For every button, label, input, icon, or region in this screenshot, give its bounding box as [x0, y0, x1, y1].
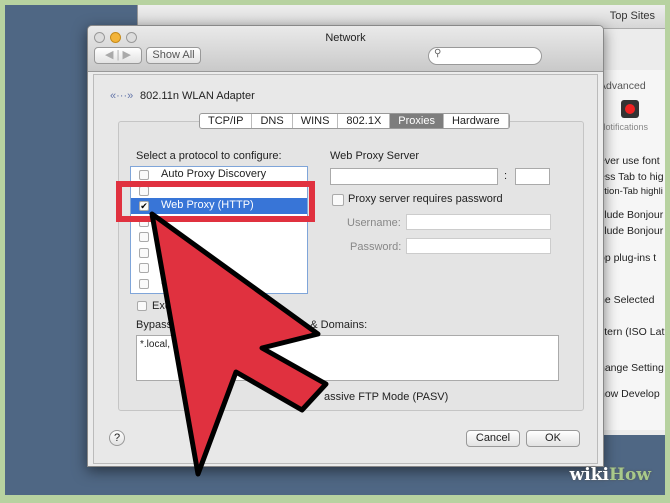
highlight-box [116, 181, 315, 222]
annotation-overlay [116, 181, 329, 477]
red-arrow-icon [149, 211, 329, 477]
